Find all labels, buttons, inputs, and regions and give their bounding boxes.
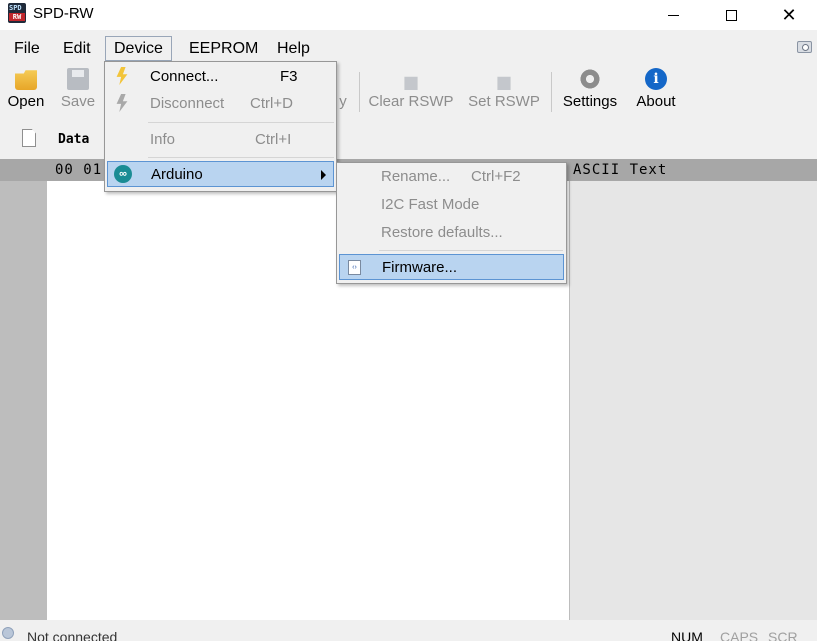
restore-defaults-label: Restore defaults...	[381, 224, 503, 241]
settings-label: Settings	[562, 93, 618, 110]
menu-separator	[379, 250, 563, 251]
partial-hidden-label: y	[339, 93, 347, 110]
close-icon: ✕	[781, 5, 797, 25]
screenshot-icon[interactable]	[797, 41, 812, 53]
arduino-label: Arduino	[151, 166, 203, 183]
app-icon-text-top: SPD	[9, 4, 22, 12]
menu-item-disconnect[interactable]: Disconnect Ctrl+D	[107, 91, 334, 117]
title-bar: SPD RW SPD-RW ✕	[0, 0, 817, 30]
app-icon-text-bottom: RW	[9, 13, 25, 21]
menu-edit[interactable]: Edit	[55, 36, 99, 61]
about-label: About	[636, 93, 676, 110]
arduino-submenu: Rename... Ctrl+F2 I2C Fast Mode Restore …	[336, 162, 567, 284]
i2c-fast-mode-label: I2C Fast Mode	[381, 196, 480, 213]
menu-help[interactable]: Help	[269, 36, 318, 61]
menu-item-arduino[interactable]: ∞ Arduino	[107, 161, 334, 187]
clear-rswp-label: Clear RSWP	[368, 93, 454, 110]
set-rswp-label: Set RSWP	[468, 93, 540, 110]
document-icon	[22, 129, 36, 147]
caps-lock-indicator: CAPS	[720, 629, 759, 641]
connection-status-icon	[2, 627, 14, 639]
clear-rswp-button[interactable]: Clear RSWP	[366, 68, 456, 118]
arduino-icon: ∞	[114, 165, 132, 183]
maximize-button[interactable]	[708, 0, 754, 30]
gear-icon	[579, 68, 601, 90]
hex-column-header: 00 01	[55, 162, 103, 178]
tab-data[interactable]: Data	[58, 132, 89, 147]
menu-item-restore-defaults[interactable]: Restore defaults...	[339, 220, 564, 246]
ascii-data-pane[interactable]	[570, 181, 817, 620]
app-icon: SPD RW	[8, 3, 26, 23]
save-button[interactable]: Save	[58, 68, 98, 118]
firmware-label: Firmware...	[382, 259, 457, 276]
maximize-icon	[725, 9, 737, 21]
menu-bar: File Edit Device EEPROM Help	[0, 36, 817, 61]
minimize-icon	[667, 14, 679, 16]
scroll-lock-indicator: SCR	[768, 629, 798, 641]
save-label: Save	[60, 93, 96, 110]
connection-status: Not connected	[27, 629, 118, 641]
device-menu: Connect... F3 Disconnect Ctrl+D Info Ctr…	[104, 61, 337, 192]
partial-hidden-button[interactable]: y	[336, 68, 350, 118]
open-folder-icon	[15, 70, 37, 90]
disconnect-label: Disconnect	[150, 95, 225, 112]
save-disk-icon	[67, 68, 89, 90]
toolbar-separator	[359, 72, 360, 112]
rename-shortcut: Ctrl+F2	[471, 168, 521, 185]
lock-icon	[497, 76, 511, 90]
info-label: Info	[150, 131, 176, 148]
connect-label: Connect...	[150, 68, 219, 85]
menu-file[interactable]: File	[6, 36, 48, 61]
num-lock-indicator: NUM	[671, 629, 703, 641]
minimize-button[interactable]	[650, 0, 696, 30]
menu-item-firmware[interactable]: ‹› Firmware...	[339, 254, 564, 280]
menu-device[interactable]: Device	[105, 36, 172, 61]
status-bar: Not connected NUM CAPS SCR	[0, 620, 817, 641]
open-label: Open	[7, 93, 45, 110]
about-button[interactable]: i About	[631, 68, 681, 118]
rename-label: Rename...	[381, 168, 451, 185]
window-title: SPD-RW	[33, 5, 94, 22]
settings-button[interactable]: Settings	[559, 68, 621, 118]
disconnect-plug-icon	[116, 94, 128, 112]
menu-item-info[interactable]: Info Ctrl+I	[107, 127, 334, 153]
menu-item-rename[interactable]: Rename... Ctrl+F2	[339, 164, 564, 190]
toolbar-separator	[551, 72, 552, 112]
menu-item-i2c-fast-mode[interactable]: I2C Fast Mode	[339, 192, 564, 218]
unlock-icon	[404, 76, 418, 90]
menu-item-connect[interactable]: Connect... F3	[107, 64, 334, 90]
info-icon: i	[645, 68, 667, 90]
firmware-file-icon: ‹›	[348, 260, 361, 275]
submenu-arrow-icon	[321, 170, 326, 180]
ascii-column-header: ASCII Text	[573, 162, 668, 178]
app-window: SPD RW SPD-RW ✕ File Edit Device EEPROM …	[0, 0, 817, 641]
set-rswp-button[interactable]: Set RSWP	[466, 68, 542, 118]
connect-plug-icon	[116, 67, 128, 85]
hidden-icon	[336, 68, 358, 90]
menu-separator	[148, 157, 334, 158]
connect-shortcut: F3	[280, 68, 298, 85]
info-shortcut: Ctrl+I	[255, 131, 292, 148]
menu-eeprom[interactable]: EEPROM	[181, 36, 266, 61]
menu-separator	[148, 122, 334, 123]
open-button[interactable]: Open	[4, 68, 48, 118]
close-button[interactable]: ✕	[766, 0, 812, 30]
disconnect-shortcut: Ctrl+D	[250, 95, 293, 112]
